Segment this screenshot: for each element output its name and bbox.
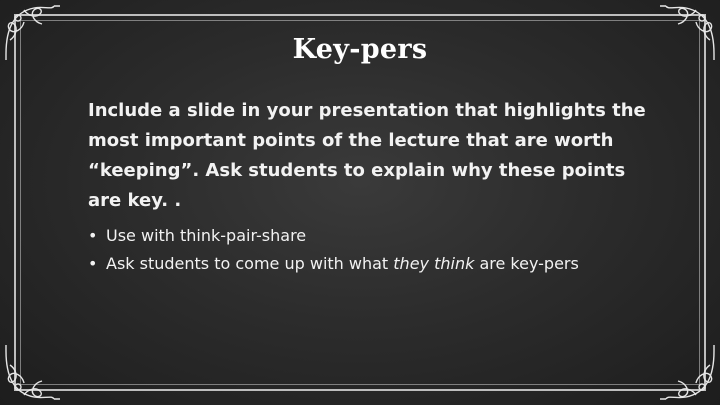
- bullet-text-emphasis: they think: [393, 254, 475, 273]
- bullet-item: • Use with think-pair-share: [88, 222, 648, 250]
- bullet-icon: •: [88, 226, 98, 245]
- bullet-list: • Use with think-pair-share • Ask studen…: [88, 222, 648, 278]
- corner-ornament-icon: [660, 345, 720, 405]
- bullet-item: • Ask students to come up with what they…: [88, 250, 648, 278]
- bullet-text: Use with think-pair-share: [106, 226, 307, 245]
- slide-body: Include a slide in your presentation tha…: [88, 96, 648, 278]
- bullet-icon: •: [88, 254, 98, 273]
- bullet-text-prefix: Ask students to come up with what: [106, 254, 394, 273]
- slide-title: Key-pers: [292, 34, 428, 65]
- bullet-text-suffix: are key-pers: [474, 254, 579, 273]
- lead-paragraph: Include a slide in your presentation tha…: [88, 100, 646, 211]
- slide: Key-pers Include a slide in your present…: [0, 0, 720, 405]
- corner-ornament-icon: [0, 345, 60, 405]
